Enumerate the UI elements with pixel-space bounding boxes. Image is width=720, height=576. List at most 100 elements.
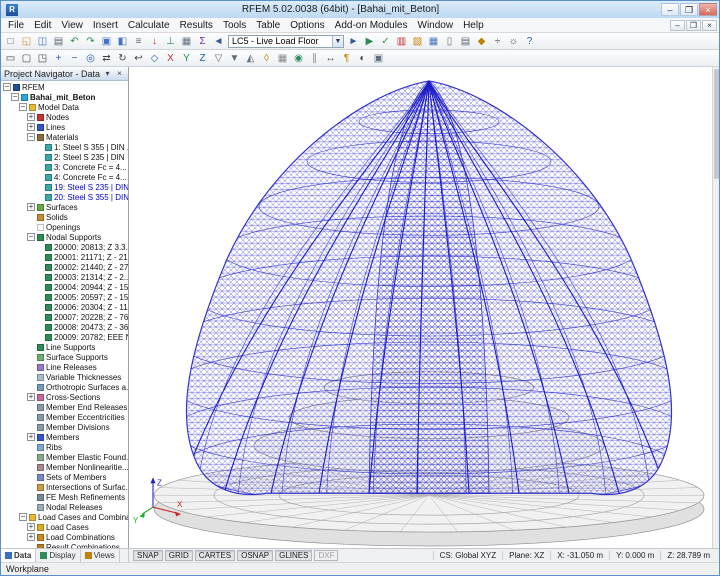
status-toggle-glines[interactable]: GLINES xyxy=(275,550,312,561)
menu-item-results[interactable]: Results xyxy=(175,18,218,32)
tree-item[interactable]: Openings xyxy=(1,222,128,232)
expander-collapse-icon[interactable]: − xyxy=(11,93,19,101)
tree-item[interactable]: 20005: 20597; Z - 15... xyxy=(1,292,128,302)
expander-expand-icon[interactable]: + xyxy=(27,393,35,401)
print-icon[interactable]: ▤ xyxy=(51,34,66,48)
mdi-minimize-button[interactable]: – xyxy=(670,20,685,31)
tree-item[interactable]: −RFEM xyxy=(1,82,128,92)
undo-icon[interactable]: ↶ xyxy=(67,34,82,48)
block-manager-icon[interactable]: ◆ xyxy=(474,34,489,48)
menu-item-edit[interactable]: Edit xyxy=(29,18,56,32)
tree-item[interactable]: 19: Steel S 235 | DIN xyxy=(1,182,128,192)
tree-item[interactable]: 20003: 21314; Z - 2... xyxy=(1,272,128,282)
save-icon[interactable]: ◫ xyxy=(35,34,50,48)
select-window-icon[interactable]: ▢ xyxy=(19,51,34,65)
status-toggle-grid[interactable]: GRID xyxy=(165,550,193,561)
solid-display-icon[interactable]: ▼ xyxy=(227,51,242,65)
render-mode-icon[interactable]: ◧ xyxy=(115,34,130,48)
tree-item[interactable]: Member Elastic Found... xyxy=(1,452,128,462)
expander-collapse-icon[interactable]: − xyxy=(27,133,35,141)
zoom-window-icon[interactable]: ◳ xyxy=(35,51,50,65)
close-panel-icon[interactable]: × xyxy=(114,69,125,78)
menu-item-insert[interactable]: Insert xyxy=(88,18,123,32)
load-case-dropdown[interactable]: LC5 - Live Load Floor ▼ xyxy=(228,35,344,48)
status-toggle-osnap[interactable]: OSNAP xyxy=(237,550,273,561)
menu-item-calculate[interactable]: Calculate xyxy=(123,18,175,32)
check-data-icon[interactable]: ✓ xyxy=(378,34,393,48)
comment-icon[interactable]: ¶ xyxy=(339,51,354,65)
expander-collapse-icon[interactable]: − xyxy=(19,513,27,521)
tree-item[interactable]: 1: Steel S 355 | DIN ... xyxy=(1,142,128,152)
view-in-z-icon[interactable]: Z xyxy=(195,51,210,65)
menu-item-options[interactable]: Options xyxy=(285,18,329,32)
menu-item-window[interactable]: Window xyxy=(413,18,459,32)
tree-item[interactable]: −Materials xyxy=(1,132,128,142)
status-toggle-cartes[interactable]: CARTES xyxy=(195,550,235,561)
grid-snap-icon[interactable]: ▦ xyxy=(275,51,290,65)
tree-item[interactable]: 20006: 20304; Z - 11... xyxy=(1,302,128,312)
tree-item[interactable]: −Model Data xyxy=(1,102,128,112)
tree-item[interactable]: 20009: 20782; EEE N... xyxy=(1,332,128,342)
zoom-in-icon[interactable]: + xyxy=(51,51,66,65)
show-loads-icon[interactable]: ↓ xyxy=(147,34,162,48)
tree-item[interactable]: Solids xyxy=(1,212,128,222)
mdi-close-button[interactable]: × xyxy=(702,20,717,31)
units-settings-icon[interactable]: ÷ xyxy=(490,34,505,48)
tree-item[interactable]: +Lines xyxy=(1,122,128,132)
zoom-all-icon[interactable]: ◎ xyxy=(83,51,98,65)
mdi-restore-button[interactable]: ❐ xyxy=(686,20,701,31)
navigator-tab-views[interactable]: Views xyxy=(81,549,120,562)
tree-item[interactable]: −Load Cases and Combinat... xyxy=(1,512,128,522)
visibility-icon[interactable]: ◐ xyxy=(355,51,370,65)
tree-item[interactable]: 20002: 21440; Z - 27... xyxy=(1,262,128,272)
calculate-all-icon[interactable]: ▶ xyxy=(362,34,377,48)
viewport-3d[interactable]: ZXY xyxy=(129,67,712,548)
tree-item[interactable]: Nodal Releases xyxy=(1,502,128,512)
menu-item-help[interactable]: Help xyxy=(458,18,489,32)
zoom-out-icon[interactable]: − xyxy=(67,51,82,65)
tree-item[interactable]: FE Mesh Refinements xyxy=(1,492,128,502)
expander-expand-icon[interactable]: + xyxy=(27,123,35,131)
view-in-x-icon[interactable]: X xyxy=(163,51,178,65)
options-icon[interactable]: ☼ xyxy=(506,34,521,48)
previous-load-case-icon[interactable]: ◄ xyxy=(211,34,226,48)
tree-item[interactable]: Variable Thicknesses xyxy=(1,372,128,382)
view-in-y-icon[interactable]: Y xyxy=(179,51,194,65)
expander-collapse-icon[interactable]: − xyxy=(3,83,11,91)
combinations-icon[interactable]: ▧ xyxy=(410,34,425,48)
chevron-down-icon[interactable]: ▼ xyxy=(332,36,343,47)
show-results-icon[interactable]: Σ xyxy=(195,34,210,48)
tree-item[interactable]: +Nodes xyxy=(1,112,128,122)
menu-item-table[interactable]: Table xyxy=(251,18,285,32)
tree-item[interactable]: +Load Combinations xyxy=(1,532,128,542)
edit-mode-icon[interactable]: ▭ xyxy=(3,51,18,65)
tables-icon[interactable]: ▦ xyxy=(426,34,441,48)
redo-icon[interactable]: ↷ xyxy=(83,34,98,48)
isometric-view-icon[interactable]: ◇ xyxy=(147,51,162,65)
minimize-button[interactable]: – xyxy=(661,3,679,16)
expander-expand-icon[interactable]: + xyxy=(27,523,35,531)
close-button[interactable]: × xyxy=(699,3,717,16)
open-model-icon[interactable]: ◱ xyxy=(19,34,34,48)
expander-expand-icon[interactable]: + xyxy=(27,433,35,441)
scrollbar-thumb[interactable] xyxy=(714,69,719,179)
expander-expand-icon[interactable]: + xyxy=(27,533,35,541)
tree-item[interactable]: 20000: 20813; Z 3.3... xyxy=(1,242,128,252)
clipping-box-icon[interactable]: ▣ xyxy=(371,51,386,65)
copy-icon[interactable]: ▣ xyxy=(99,34,114,48)
status-toggle-dxf[interactable]: DXF xyxy=(314,550,338,561)
menu-item-tools[interactable]: Tools xyxy=(218,18,251,32)
maximize-button[interactable]: ❐ xyxy=(680,3,698,16)
wireframe-display-icon[interactable]: ▽ xyxy=(211,51,226,65)
workplane-icon[interactable]: ◊ xyxy=(259,51,274,65)
expander-expand-icon[interactable]: + xyxy=(27,113,35,121)
dimension-icon[interactable]: ↔ xyxy=(323,51,338,65)
tree-item[interactable]: +Members xyxy=(1,432,128,442)
pan-view-icon[interactable]: ⇄ xyxy=(99,51,114,65)
new-model-icon[interactable]: □ xyxy=(3,34,18,48)
tree-item[interactable]: Line Supports xyxy=(1,342,128,352)
tree-item[interactable]: 4: Concrete Fc = 4... xyxy=(1,172,128,182)
tree-item[interactable]: 20001: 21171; Z - 21... xyxy=(1,252,128,262)
tree-item[interactable]: 20008: 20473; Z - 36... xyxy=(1,322,128,332)
status-toggle-snap[interactable]: SNAP xyxy=(133,550,163,561)
